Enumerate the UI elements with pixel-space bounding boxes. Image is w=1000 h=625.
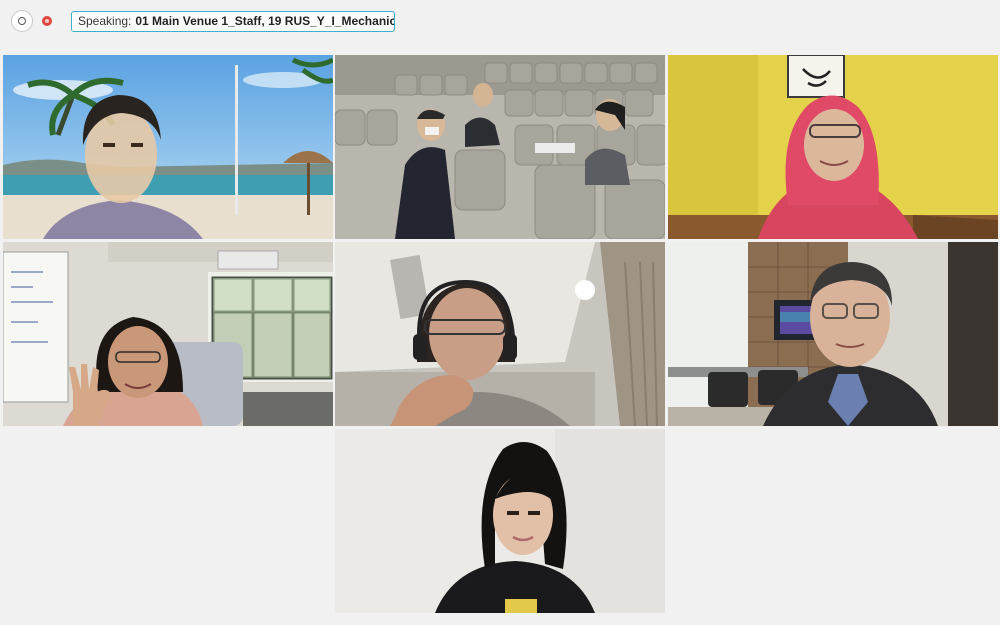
info-circle-icon[interactable] — [11, 10, 33, 32]
record-dot-icon[interactable] — [36, 10, 58, 32]
video-tile-participant-5[interactable] — [335, 242, 665, 426]
video-tile-participant-3[interactable] — [668, 55, 998, 239]
speaking-label: Speaking: — [78, 14, 132, 28]
video-tile-participant-7[interactable] — [335, 429, 665, 613]
meeting-toolbar: Speaking: 01 Main Venue 1_Staff, 19 RUS_Y… — [0, 0, 1000, 44]
speaking-indicator[interactable]: Speaking: 01 Main Venue 1_Staff, 19 RUS_Y… — [71, 11, 395, 32]
speaking-names: 01 Main Venue 1_Staff, 19 RUS_Y_I_Mechan… — [135, 14, 395, 28]
video-tile-participant-2[interactable] — [335, 55, 665, 239]
video-tile-participant-6[interactable] — [668, 242, 998, 426]
video-tile-participant-1[interactable] — [3, 55, 333, 239]
video-tile-participant-4[interactable] — [3, 242, 333, 426]
